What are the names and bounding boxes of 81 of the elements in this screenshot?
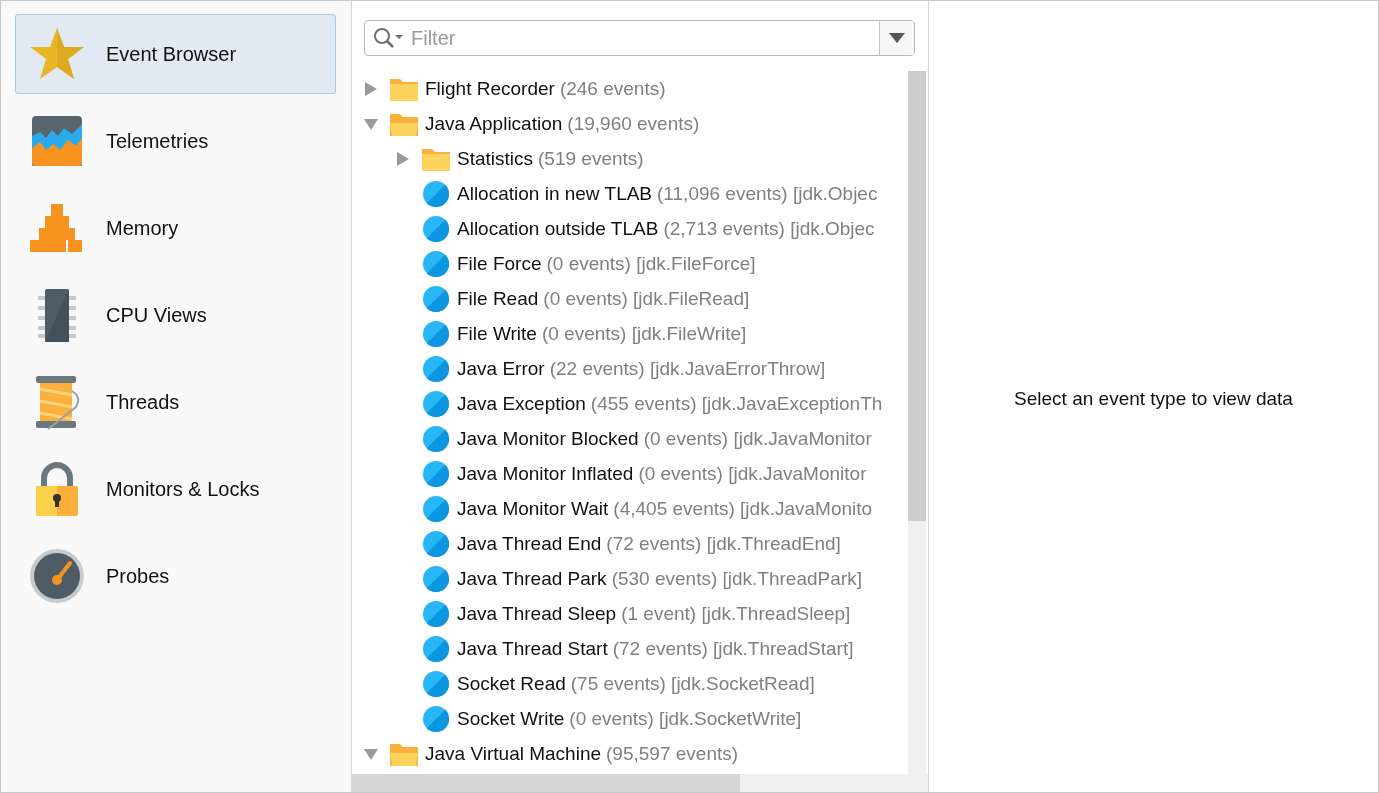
scrollbar-thumb[interactable] xyxy=(908,71,926,521)
tree-item-detail: (75 events) [jdk.SocketRead] xyxy=(570,672,815,695)
tree-item-label[interactable]: Allocation outside TLAB xyxy=(457,217,659,240)
tree-item-label[interactable]: Socket Read xyxy=(457,672,566,695)
tree-item-label[interactable]: File Write xyxy=(457,322,537,345)
folder-icon xyxy=(422,146,450,171)
sidebar-item[interactable]: CPU Views xyxy=(15,275,336,355)
event-icon xyxy=(422,634,450,663)
event-icon xyxy=(422,424,450,453)
tree-item-detail: (1 event) [jdk.ThreadSleep] xyxy=(621,602,851,625)
sidebar-item[interactable]: Event Browser xyxy=(15,14,336,94)
tree-item-detail: (72 events) [jdk.ThreadStart] xyxy=(612,637,854,660)
sidebar-item[interactable]: Threads xyxy=(15,362,336,442)
collapse-arrow-icon[interactable] xyxy=(364,746,378,761)
tree-item-detail: (0 events) [jdk.FileRead] xyxy=(543,287,750,310)
tree-item-detail: (0 events) [jdk.JavaMonitor xyxy=(638,462,867,485)
expand-arrow-icon[interactable] xyxy=(364,81,378,96)
sidebar-item[interactable]: Memory xyxy=(15,188,336,268)
tree-item-label[interactable]: Java Application xyxy=(425,112,563,135)
tree-item-detail: (0 events) [jdk.FileForce] xyxy=(546,252,756,275)
tree-item-detail: (19,960 events) xyxy=(567,112,700,135)
tree-item-label[interactable]: Statistics xyxy=(457,147,534,170)
filter-box[interactable]: Filter xyxy=(364,20,915,56)
tree-item-label[interactable]: Java Virtual Machine xyxy=(425,742,602,765)
tree-item-label[interactable]: Java Thread Sleep xyxy=(457,602,617,625)
tree-item-label[interactable]: Java Monitor Blocked xyxy=(457,427,639,450)
event-icon xyxy=(422,459,450,488)
folder-icon xyxy=(390,741,418,766)
tree-item-detail: (11,096 events) [jdk.Objec xyxy=(657,182,878,205)
tree-item-label[interactable]: Java Monitor Wait xyxy=(457,497,609,520)
tree-item-label[interactable]: File Read xyxy=(457,287,539,310)
tree-item-detail: (0 events) [jdk.FileWrite] xyxy=(541,322,747,345)
vertical-scrollbar[interactable] xyxy=(908,71,926,774)
sidebar-item[interactable]: Probes xyxy=(15,536,336,616)
scrollbar-thumb[interactable] xyxy=(352,774,740,792)
tree-item-label[interactable]: Allocation in new TLAB xyxy=(457,182,653,205)
gauge-icon xyxy=(28,547,86,605)
event-icon xyxy=(422,179,450,208)
event-icon xyxy=(422,529,450,558)
tree-item-detail: (530 events) [jdk.ThreadPark] xyxy=(611,567,862,590)
tree-item-detail: (2,713 events) [jdk.Objec xyxy=(663,217,875,240)
event-icon xyxy=(422,704,450,733)
event-icon xyxy=(422,564,450,593)
tree-item-detail: (22 events) [jdk.JavaErrorThrow] xyxy=(549,357,826,380)
tree-item-detail: (4,405 events) [jdk.JavaMonito xyxy=(613,497,873,520)
event-icon xyxy=(422,249,450,278)
event-icon xyxy=(422,284,450,313)
tree-item-detail: (72 events) [jdk.ThreadEnd] xyxy=(606,532,841,555)
expand-arrow-icon[interactable] xyxy=(396,151,410,166)
event-icon xyxy=(422,599,450,628)
tree-item-label[interactable]: File Force xyxy=(457,252,542,275)
tree-item-label[interactable]: Flight Recorder xyxy=(425,77,555,100)
tree-item-detail: (519 events) xyxy=(538,147,644,170)
tree-item-label[interactable]: Java Exception xyxy=(457,392,586,415)
sidebar-item[interactable]: Telemetries xyxy=(15,101,336,181)
tree-item-label[interactable]: Java Error xyxy=(457,357,545,380)
folder-icon xyxy=(390,76,418,101)
event-icon xyxy=(422,319,450,348)
tree-item-label[interactable]: Java Monitor Inflated xyxy=(457,462,634,485)
sidebar-item[interactable]: Monitors & Locks xyxy=(15,449,336,529)
tree-item-detail: (0 events) [jdk.SocketWrite] xyxy=(569,707,802,730)
folder-icon xyxy=(390,111,418,136)
tree-item-label[interactable]: Java Thread End xyxy=(457,532,602,555)
collapse-arrow-icon[interactable] xyxy=(364,116,378,131)
tree-item-detail: (455 events) [jdk.JavaExceptionTh xyxy=(590,392,883,415)
tree-item-label[interactable]: Java Thread Start xyxy=(457,637,608,660)
filter-field[interactable]: Filter xyxy=(407,21,879,55)
event-icon xyxy=(422,669,450,698)
tree-item-label[interactable]: Java Thread Park xyxy=(457,567,607,590)
event-icon xyxy=(422,389,450,418)
caret-icon xyxy=(889,33,905,43)
dropdown-button[interactable] xyxy=(879,21,914,55)
tree-item-detail: (95,597 events) xyxy=(606,742,739,765)
event-icon xyxy=(422,214,450,243)
tree-item-detail: (0 events) [jdk.JavaMonitor xyxy=(643,427,872,450)
empty-state-message: Select an event type to view data xyxy=(1014,387,1293,410)
horizontal-scrollbar[interactable] xyxy=(352,774,928,792)
event-icon xyxy=(422,494,450,523)
tree-item-detail: (246 events) xyxy=(559,77,666,100)
event-icon xyxy=(422,354,450,383)
tree-item-label[interactable]: Socket Write xyxy=(457,707,565,730)
